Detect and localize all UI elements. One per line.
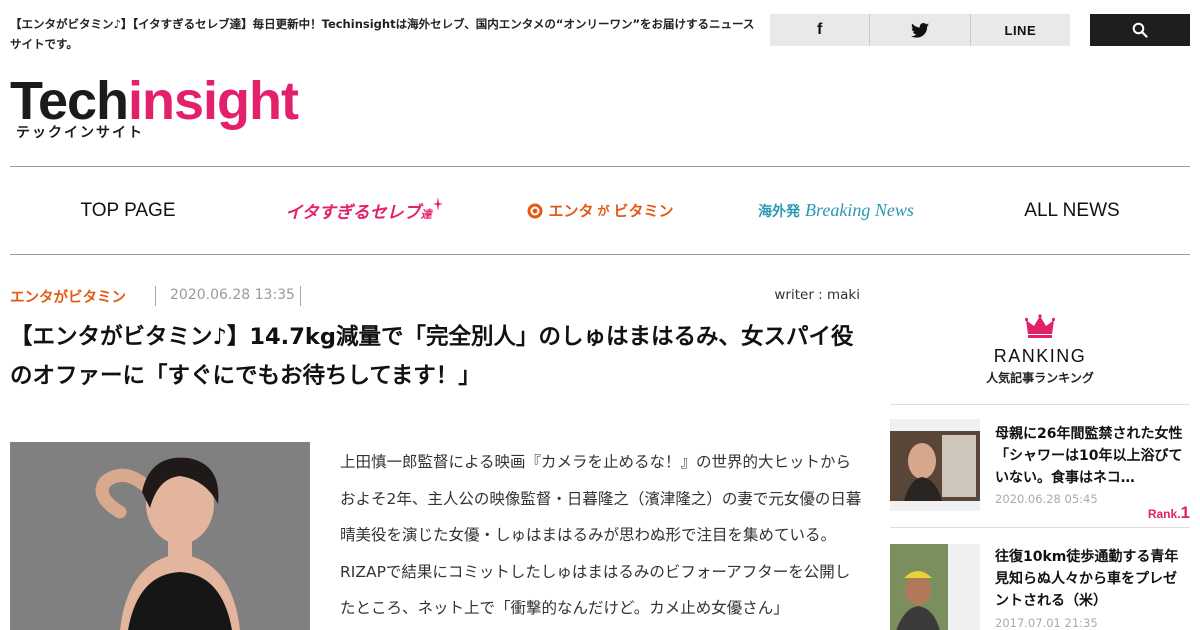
- vitamin-icon: [527, 203, 543, 218]
- ranking-header: RANKING 人気記事ランキング: [890, 314, 1190, 386]
- rank-number: 1: [1180, 503, 1190, 522]
- sparkle-icon: [432, 196, 443, 211]
- nav-vitamin-mid: が: [597, 204, 610, 218]
- article-photo-graphic: [10, 442, 310, 630]
- ranking-item-date: 2017.07.01 21:35: [995, 616, 1098, 630]
- ranking-thumb-graphic: [890, 544, 980, 630]
- nav-divider: [10, 254, 1190, 255]
- ranking-item-title: 往復10km徒歩通勤する青年 見知らぬ人々から車をプレゼントされる（米）: [995, 549, 1193, 609]
- nav-celeb-text: イタすぎるセレブ: [285, 203, 421, 223]
- rank-badge: Rank.1: [1148, 503, 1190, 523]
- twitter-button[interactable]: [870, 14, 971, 46]
- nav-celeb-suffix: 達: [420, 208, 432, 221]
- ranking-thumb-graphic: [890, 419, 980, 511]
- twitter-icon: [910, 22, 929, 38]
- logo-kana: テックインサイト: [16, 125, 144, 141]
- facebook-icon: f: [817, 21, 823, 38]
- ranking-subtitle: 人気記事ランキング: [986, 371, 1094, 385]
- ranking-thumbnail: [890, 419, 980, 511]
- ranking-item[interactable]: 母親に26年間監禁された女性「シャワーは10年以上浴びていない。食事はネコ… 2…: [890, 404, 1190, 526]
- crown-icon: [1024, 314, 1056, 338]
- main-nav: TOP PAGE イタすぎるセレブ達 エンタがビタミン 海外発 Breaking…: [10, 167, 1190, 254]
- line-icon: LINE: [1004, 22, 1037, 38]
- article-body: 上田慎一郎監督による映画『カメラを止めるな！』の世界的大ヒットからおよそ2年、主…: [340, 453, 862, 617]
- rank-label: Rank.: [1147, 507, 1181, 521]
- nav-breaking-jp: 海外発: [758, 204, 801, 220]
- nav-celeb[interactable]: イタすぎるセレブ達: [246, 167, 482, 254]
- nav-all-news[interactable]: ALL NEWS: [954, 167, 1190, 254]
- search-icon: [1132, 22, 1148, 38]
- nav-breaking-en: Breaking News: [805, 200, 914, 220]
- facebook-button[interactable]: f: [770, 14, 871, 46]
- nav-vitamin[interactable]: エンタがビタミン: [482, 167, 718, 254]
- nav-all-news-label: ALL NEWS: [1024, 199, 1120, 221]
- article-photo: [10, 442, 310, 630]
- logo-insight: insight: [128, 71, 299, 131]
- ranking-title: RANKING: [993, 346, 1087, 366]
- ranking-item-title: 母親に26年間監禁された女性「シャワーは10年以上浴びていない。食事はネコ…: [995, 426, 1183, 486]
- ranking-item-date: 2020.06.28 05:45: [995, 492, 1098, 506]
- social-share-bar: f LINE: [770, 14, 1070, 46]
- nav-breaking-label: 海外発 Breaking News: [758, 200, 914, 221]
- article-title: 【エンタがビタミン♪】14.7kg減量で「完全別人」のしゅはまはるみ、女スパイ役…: [10, 324, 854, 389]
- site-logo[interactable]: Techinsight テックインサイト: [10, 70, 330, 145]
- nav-vitamin-text: エンタ: [548, 202, 594, 220]
- ranking-item[interactable]: 往復10km徒歩通勤する青年 見知らぬ人々から車をプレゼントされる（米） 201…: [890, 527, 1193, 630]
- site-tagline: 【エンタがビタミン♪】【イタすぎるセレブ達】毎日更新中！Techinsightは…: [10, 17, 755, 51]
- article-date: 2020.06.28 13:35: [170, 287, 295, 303]
- search-button[interactable]: [1090, 14, 1190, 46]
- nav-top-page[interactable]: TOP PAGE: [10, 167, 246, 254]
- nav-celeb-label: イタすぎるセレブ達: [285, 198, 431, 223]
- meta-separator: [300, 286, 301, 306]
- nav-vitamin-label: エンタがビタミン: [526, 200, 674, 221]
- ranking-thumbnail: [890, 544, 980, 630]
- nav-breaking-news[interactable]: 海外発 Breaking News: [718, 167, 954, 254]
- line-button[interactable]: LINE: [971, 14, 1070, 46]
- nav-vitamin-end: ビタミン: [613, 202, 674, 220]
- nav-top-page-label: TOP PAGE: [80, 199, 176, 221]
- article-writer: writer : maki: [774, 287, 860, 303]
- meta-separator: [155, 286, 156, 306]
- article-category[interactable]: エンタがビタミン: [10, 286, 126, 307]
- article-meta: エンタがビタミン 2020.06.28 13:35 writer : maki: [10, 285, 860, 307]
